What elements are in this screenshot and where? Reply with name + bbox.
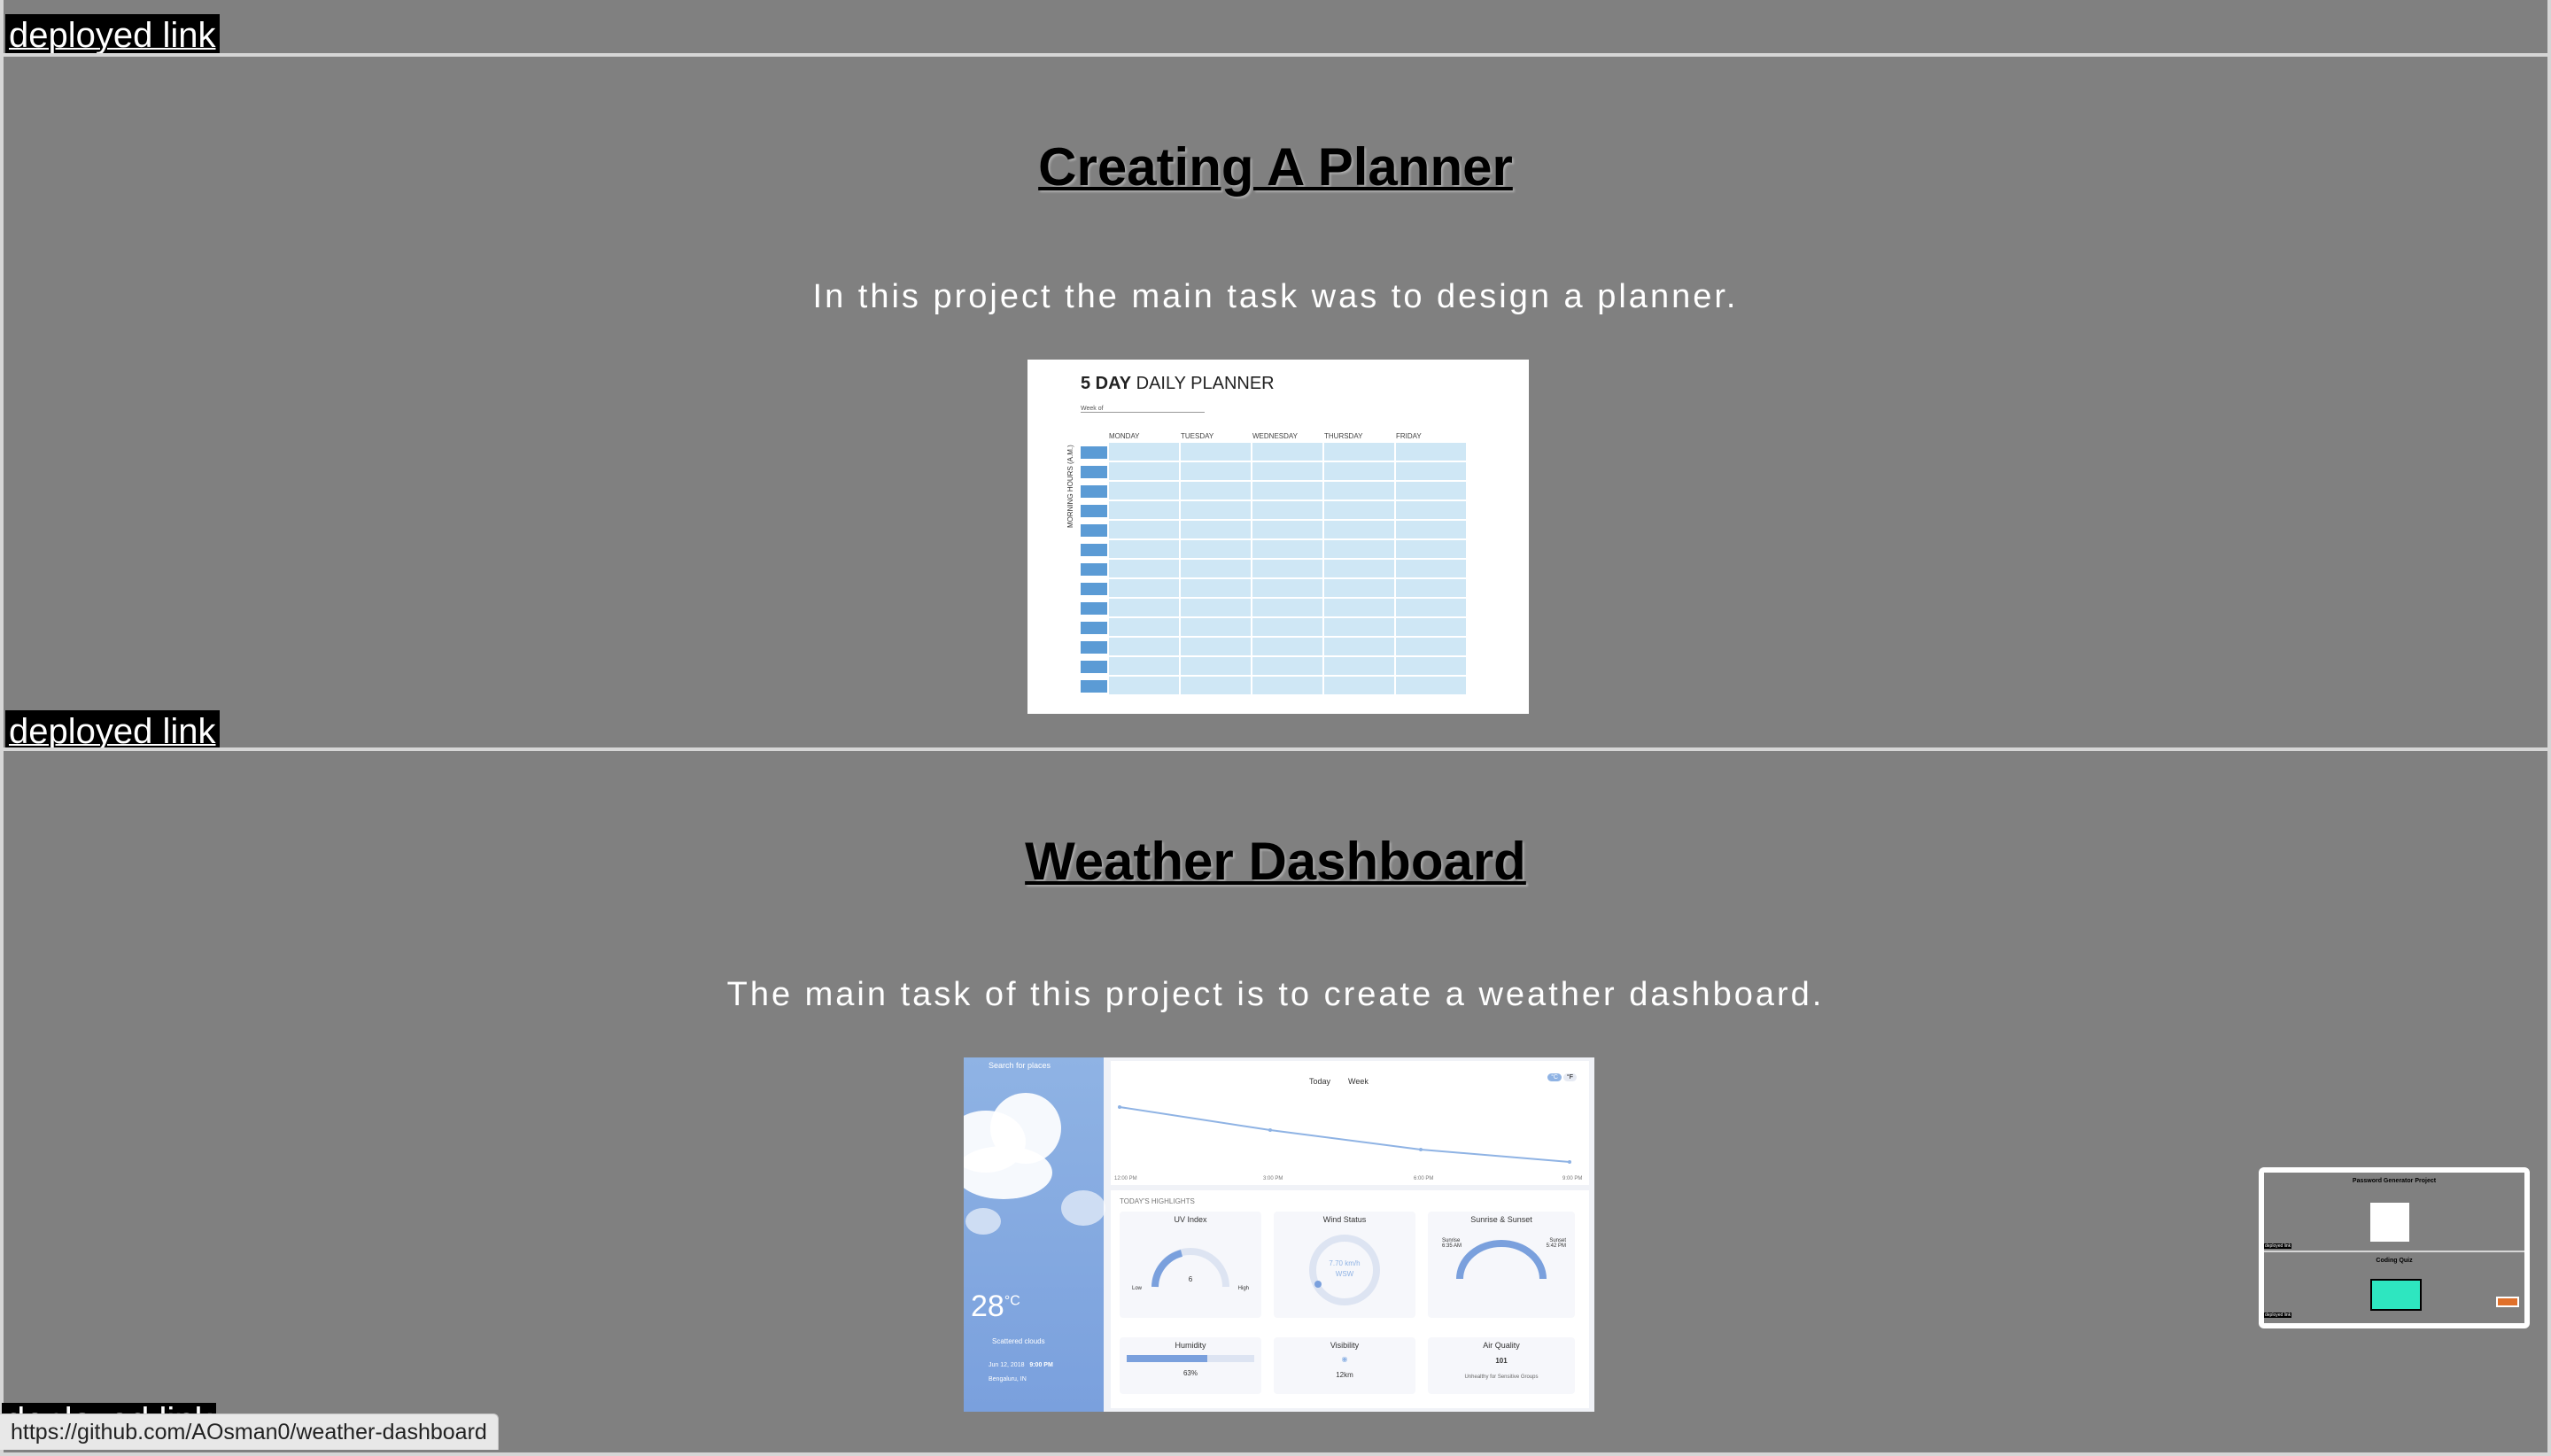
sun-card: Sunrise & Sunset Sunrise 6:35 AM Sunset 5:… xyxy=(1428,1212,1575,1318)
planner-row xyxy=(1081,677,1468,696)
thumb-image-1 xyxy=(2370,1203,2409,1242)
weather-line-chart: 12:00 PM 3:00 PM 6:00 PM 9:00 PM xyxy=(1114,1105,1582,1181)
deployed-link-planner[interactable]: deployed link xyxy=(5,710,220,753)
planner-week-label: Week of xyxy=(1081,406,1205,413)
weather-location: Bengaluru, IN xyxy=(989,1376,1027,1382)
planner-row xyxy=(1081,579,1468,599)
planner-title: Creating A Planner xyxy=(1038,137,1513,197)
planner-grid xyxy=(1081,443,1468,696)
weather-main: Today Week °C °F 12:00 PM 3:00 PM 6:00 PM … xyxy=(1104,1057,1594,1412)
planner-screenshot: 5 DAY DAILY PLANNER Week of MONDAY TUESD… xyxy=(1027,360,1529,714)
humidity-card: Humidity 63% xyxy=(1120,1337,1261,1394)
time-label-2: 6:00 PM xyxy=(1414,1176,1433,1181)
weather-sidebar: Search for places 28°C Scattered clouds … xyxy=(964,1057,1105,1412)
planner-row xyxy=(1081,443,1468,462)
highlights-title: TODAY'S HIGHLIGHTS xyxy=(1120,1197,1195,1205)
visibility-card: Visibility ◉ 12km xyxy=(1274,1337,1415,1394)
time-label-1: 3:00 PM xyxy=(1263,1176,1283,1181)
weather-date: Jun 12, 2018 9:00 PM xyxy=(989,1362,1053,1368)
planner-days: MONDAY TUESDAY WEDNESDAY THURSDAY FRIDAY xyxy=(1109,432,1422,440)
weather-screenshot: Search for places 28°C Scattered clouds … xyxy=(964,1057,1594,1412)
deployed-link-top[interactable]: deployed link xyxy=(5,14,220,57)
portfolio-page: deployed link Creating A Planner In this… xyxy=(0,0,2551,1456)
weather-chart-box: Today Week °C °F 12:00 PM 3:00 PM 6:00 PM … xyxy=(1111,1061,1589,1185)
planner-row xyxy=(1081,618,1468,638)
planner-row xyxy=(1081,599,1468,618)
link-status-bar: https://github.com/AOsman0/weather-dashb… xyxy=(0,1413,499,1450)
planner-row xyxy=(1081,560,1468,579)
weather-description: The main task of this project is to crea… xyxy=(726,976,1825,1013)
thumb-deploy-1: deployed link xyxy=(2264,1243,2292,1249)
planner-row xyxy=(1081,482,1468,501)
humidity-bar xyxy=(1127,1355,1207,1362)
planner-row xyxy=(1081,657,1468,677)
planner-row xyxy=(1081,521,1468,540)
planner-row xyxy=(1081,462,1468,482)
air-card: Air Quality 101 Unhealthy for Sensitive … xyxy=(1428,1337,1575,1394)
weather-condition: Scattered clouds xyxy=(992,1337,1045,1345)
wind-card: Wind Status 7.70 km/h WSW xyxy=(1274,1212,1415,1318)
thumb-title-1: Password Generator Project xyxy=(2352,1178,2437,1184)
project-section-weather: Weather Dashboard The main task of this … xyxy=(0,747,2551,1456)
weather-highlights: TODAY'S HIGHLIGHTS UV Index 6 Low High W… xyxy=(1111,1190,1589,1408)
project-section-planner: Creating A Planner In this project the m… xyxy=(0,53,2551,753)
planner-row xyxy=(1081,638,1468,657)
thumb-deploy-2: deployed link xyxy=(2264,1313,2292,1318)
planner-side-label: MORNING HOURS (A.M.) xyxy=(1066,445,1074,528)
project-section-top: deployed link xyxy=(0,0,2551,57)
weather-search: Search for places xyxy=(989,1061,1051,1070)
uv-card: UV Index 6 Low High xyxy=(1120,1212,1261,1318)
planner-row xyxy=(1081,540,1468,560)
planner-image-title: 5 DAY DAILY PLANNER xyxy=(1081,374,1275,393)
thumb-image-2 xyxy=(2370,1279,2422,1311)
weather-title: Weather Dashboard xyxy=(1025,832,1526,891)
time-label-3: 9:00 PM xyxy=(1562,1176,1582,1181)
eye-icon: ◉ xyxy=(1341,1355,1348,1363)
thumb-scroll-button xyxy=(2496,1297,2519,1307)
planner-row xyxy=(1081,501,1468,521)
page-preview-thumbnail[interactable]: Password Generator Project deployed link… xyxy=(2259,1167,2530,1328)
weather-temperature: 28°C xyxy=(971,1289,1020,1323)
thumb-title-2: Coding Quiz xyxy=(2376,1258,2413,1264)
time-label-0: 12:00 PM xyxy=(1114,1176,1137,1181)
planner-description: In this project the main task was to des… xyxy=(812,278,1739,315)
